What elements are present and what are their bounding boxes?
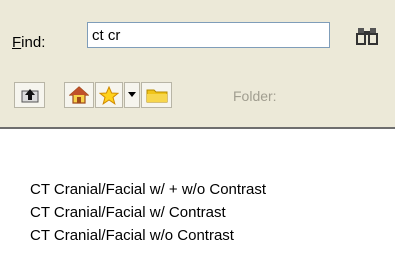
star-icon	[99, 85, 119, 105]
up-folder-icon	[21, 89, 38, 103]
binoculars-icon[interactable]	[356, 26, 378, 46]
find-input[interactable]	[87, 22, 330, 48]
home-icon	[69, 86, 89, 104]
browse-folder-button[interactable]	[141, 82, 172, 108]
list-item[interactable]: CT Cranial/Facial w/o Contrast	[30, 224, 266, 247]
favorites-dropdown-button[interactable]	[124, 82, 140, 108]
dropdown-arrow-icon	[128, 92, 136, 97]
separator	[0, 127, 395, 129]
up-folder-button[interactable]	[14, 82, 45, 108]
search-toolbar-panel: Find: ct cr Folder:	[0, 0, 395, 127]
list-item[interactable]: CT Cranial/Facial w/ + w/o Contrast	[30, 178, 266, 201]
folder-icon	[146, 89, 167, 103]
home-button[interactable]	[64, 82, 94, 108]
folder-label: Folder:	[233, 88, 277, 104]
results-list: CT Cranial/Facial w/ + w/o Contrast CT C…	[30, 178, 266, 247]
list-item[interactable]: CT Cranial/Facial w/ Contrast	[30, 201, 266, 224]
find-label: Find:	[12, 34, 46, 51]
favorites-button[interactable]	[95, 82, 123, 108]
